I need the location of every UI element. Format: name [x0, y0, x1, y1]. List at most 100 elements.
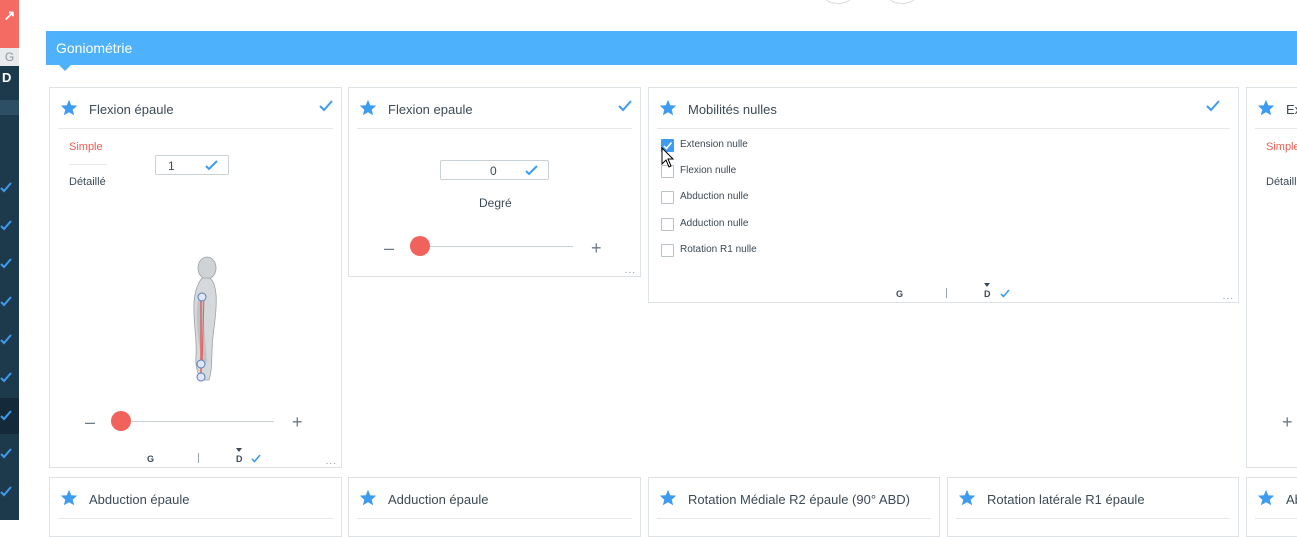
mode-detail-tab[interactable]: Détaillé — [69, 176, 106, 188]
sidebar-item-check[interactable] — [0, 292, 19, 312]
side-d-label[interactable]: D — [236, 454, 243, 464]
check-icon — [0, 182, 12, 193]
card-flexion-epaule: Flexion épaule Simple Détaillé 1 – + G D… — [49, 87, 342, 468]
unit-label: Degré — [479, 196, 512, 210]
side-d-toggle[interactable]: D — [0, 66, 19, 90]
check-icon — [1000, 289, 1010, 298]
card-title: Flexion épaule — [89, 102, 174, 117]
card-title: Flexion epaule — [388, 102, 473, 117]
caret-down-icon — [984, 283, 990, 287]
more-options-button[interactable]: ... — [1223, 292, 1234, 302]
sidebar-item-check[interactable] — [0, 444, 19, 464]
degree-input[interactable]: 0 — [440, 160, 549, 180]
card-adduction-epaule: Adduction épaule — [348, 477, 641, 537]
checkbox[interactable] — [661, 191, 674, 204]
checkbox[interactable] — [661, 244, 674, 257]
check-icon — [0, 220, 12, 231]
mouse-cursor-icon — [661, 147, 675, 168]
star-icon[interactable] — [958, 489, 976, 506]
section-banner: Goniométrie — [46, 31, 1297, 71]
card-rotation-laterale-r1: Rotation latérale R1 épaule — [947, 477, 1239, 537]
star-icon[interactable] — [659, 489, 677, 506]
decrement-button[interactable]: – — [85, 413, 95, 431]
card-header: Adduction épaule — [357, 478, 632, 519]
card-title: Rotation Médiale R2 épaule (90° ABD) — [688, 492, 910, 507]
card-extension-partial: Ex Simple Détaill + — [1246, 87, 1297, 468]
card-header: Flexion épaule — [58, 88, 333, 129]
sidebar: ↗ G D — [0, 0, 19, 520]
confirm-check-icon[interactable] — [205, 160, 218, 171]
star-icon[interactable] — [60, 99, 78, 116]
card-abduction-epaule: Abduction épaule — [49, 477, 342, 537]
caret-down-icon — [236, 448, 242, 452]
card-abduction-partial: Ab — [1246, 477, 1297, 537]
sidebar-item-check[interactable] — [0, 368, 19, 388]
increment-button[interactable]: + — [1282, 413, 1293, 431]
mode-simple-tab[interactable]: Simple — [1266, 141, 1297, 153]
value-text: 0 — [490, 164, 497, 178]
check-icon — [0, 296, 12, 307]
more-options-button[interactable]: ... — [625, 266, 636, 276]
side-separator — [198, 453, 199, 463]
card-rotation-mediale-r2: Rotation Médiale R2 épaule (90° ABD) — [648, 477, 940, 537]
star-icon[interactable] — [359, 99, 377, 116]
card-header: Abduction épaule — [58, 478, 333, 519]
sidebar-item-check[interactable] — [0, 178, 19, 198]
star-icon[interactable] — [1257, 489, 1275, 506]
slider-track[interactable] — [419, 246, 573, 247]
sidebar-item-check[interactable] — [0, 482, 19, 502]
side-g-toggle[interactable]: G — [0, 48, 19, 66]
star-icon[interactable] — [60, 489, 78, 506]
star-icon[interactable] — [359, 489, 377, 506]
decrement-button[interactable]: – — [384, 239, 394, 257]
mode-detail-tab[interactable]: Détaill — [1266, 176, 1297, 188]
value-text: 1 — [168, 159, 175, 173]
check-icon[interactable] — [319, 100, 333, 112]
confirm-check-icon[interactable] — [525, 165, 538, 176]
card-title: Mobilités nulles — [688, 102, 777, 117]
card-title: Ex — [1286, 102, 1297, 117]
check-icon — [0, 372, 12, 383]
card-header: Rotation Médiale R2 épaule (90° ABD) — [657, 478, 931, 519]
check-icon[interactable] — [1206, 100, 1220, 112]
card-header: Ab — [1255, 478, 1297, 519]
card-mobilites-nulles: Mobilités nulles Extension nulle Flexion… — [648, 87, 1239, 303]
star-icon[interactable] — [1257, 99, 1275, 116]
banner-pointer — [58, 64, 72, 71]
check-icon — [0, 410, 12, 421]
option-label: Adduction nulle — [680, 218, 749, 229]
check-icon — [0, 334, 12, 345]
slider-knob[interactable] — [111, 411, 131, 431]
side-g-label[interactable]: G — [896, 289, 903, 299]
more-options-button[interactable]: ... — [326, 457, 337, 467]
section-title: Goniométrie — [56, 40, 133, 56]
card-header: Mobilités nulles — [657, 88, 1230, 129]
value-input[interactable]: 1 — [155, 155, 229, 175]
top-round-button[interactable] — [885, 0, 919, 4]
increment-button[interactable]: + — [292, 413, 303, 431]
sidebar-item-check[interactable] — [0, 406, 19, 426]
checkbox[interactable] — [661, 218, 674, 231]
star-icon[interactable] — [659, 99, 677, 116]
sidebar-item-check[interactable] — [0, 254, 19, 274]
increment-button[interactable]: + — [591, 239, 602, 257]
expand-button[interactable]: ↗ — [0, 0, 19, 48]
side-separator — [946, 288, 947, 298]
check-icon — [0, 258, 12, 269]
slider-track[interactable] — [120, 421, 274, 422]
sidebar-item-check[interactable] — [0, 216, 19, 236]
side-d-label[interactable]: D — [984, 289, 991, 299]
check-icon[interactable] — [618, 100, 632, 112]
top-round-button[interactable] — [821, 0, 855, 4]
card-header: Rotation latérale R1 épaule — [956, 478, 1230, 519]
check-icon — [251, 454, 261, 463]
option-label: Abduction nulle — [680, 191, 749, 202]
slider-knob[interactable] — [410, 236, 430, 256]
side-g-label[interactable]: G — [147, 454, 154, 464]
body-figure-image — [193, 256, 217, 382]
card-title: Rotation latérale R1 épaule — [987, 492, 1145, 507]
option-label: Flexion nulle — [680, 165, 737, 176]
card-title: Ab — [1286, 492, 1297, 507]
mode-simple-tab[interactable]: Simple — [69, 141, 103, 153]
sidebar-item-check[interactable] — [0, 330, 19, 350]
